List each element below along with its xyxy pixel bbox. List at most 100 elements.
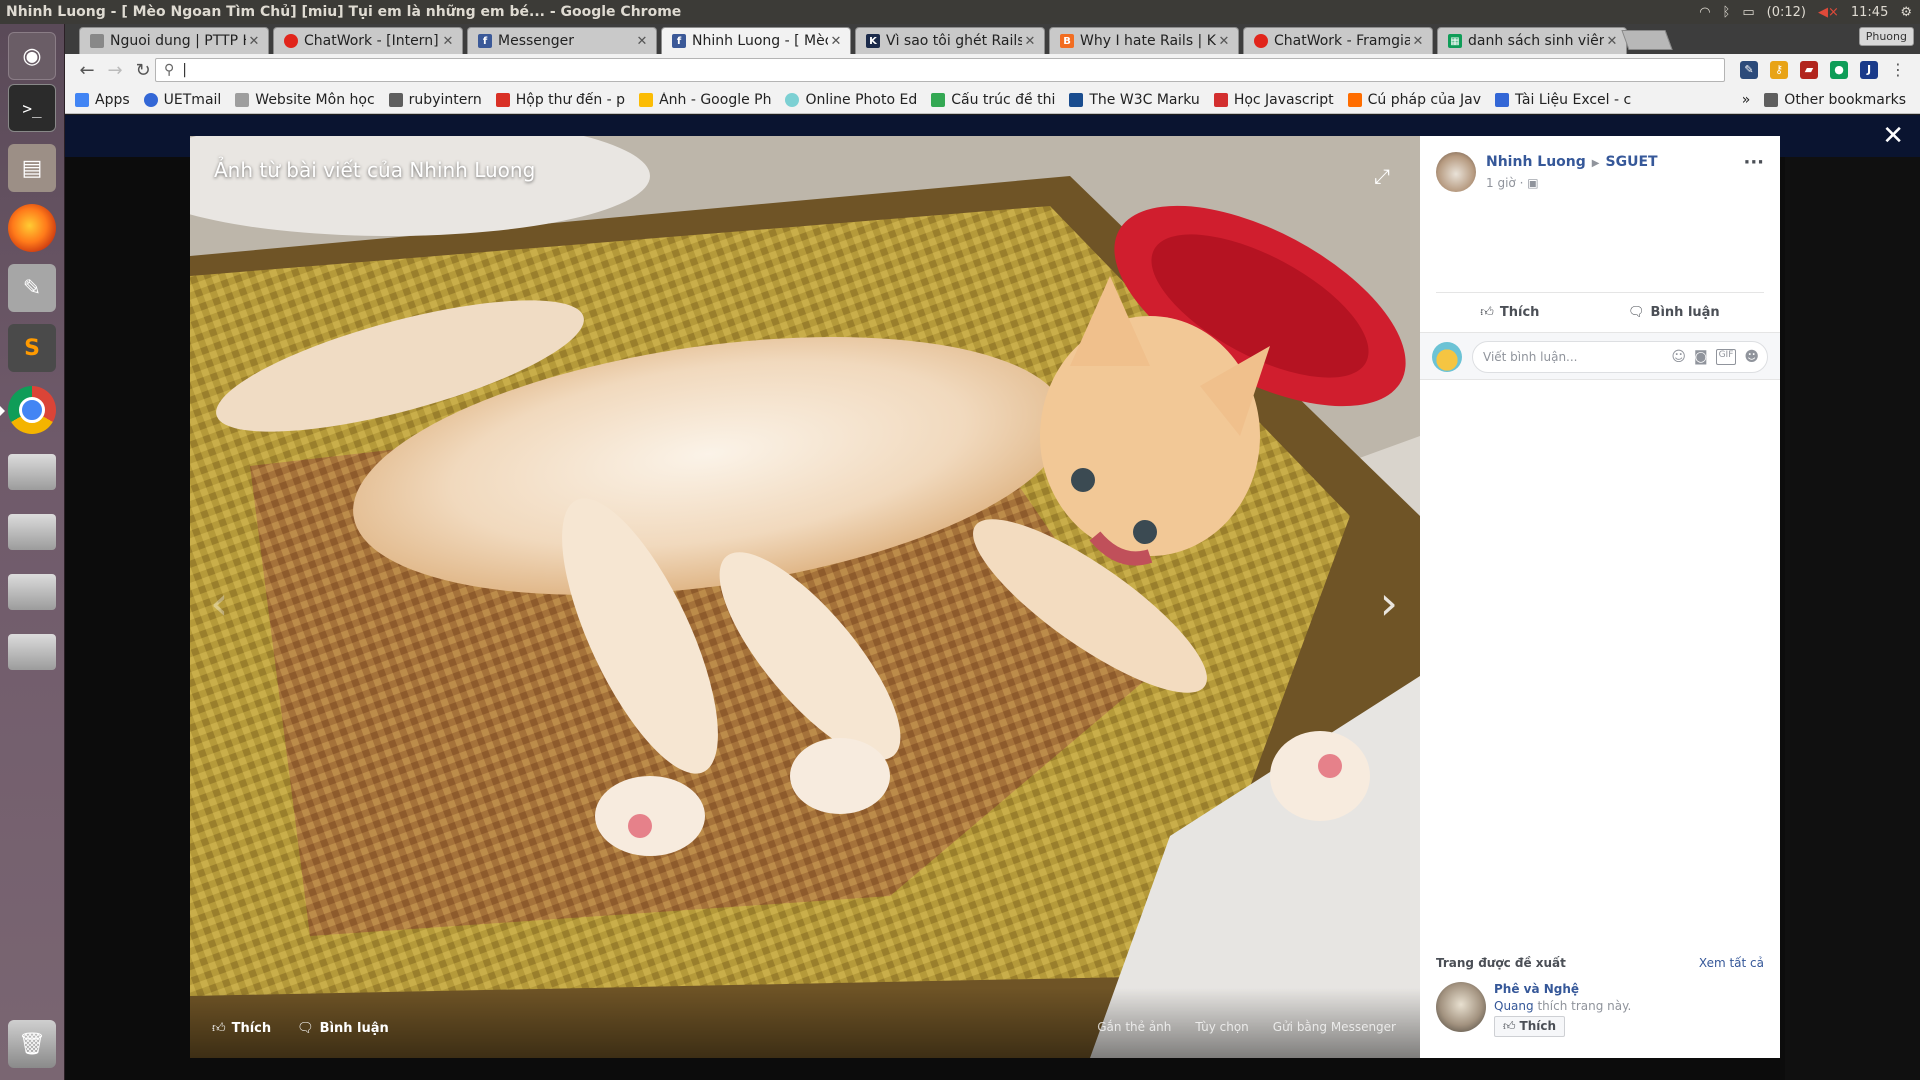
terminal-icon[interactable]: >_	[8, 84, 56, 132]
sticker-icon[interactable]: ☻	[1744, 349, 1759, 365]
forward-arrow-icon[interactable]: →	[101, 60, 129, 81]
eyedropper-icon[interactable]: ✎	[1740, 60, 1758, 79]
disk-drive-icon[interactable]	[8, 454, 56, 490]
address-bar[interactable]: ⚲ |	[155, 58, 1725, 82]
avatar[interactable]	[1436, 152, 1476, 192]
sheets-icon: ▦	[1448, 34, 1462, 48]
ubuntu-dash-icon[interactable]: ◉	[8, 32, 56, 80]
profile-button[interactable]: Phuong	[1858, 27, 1914, 46]
chrome-icon[interactable]	[0, 386, 56, 434]
group-link[interactable]: SGUET	[1606, 154, 1658, 170]
close-icon[interactable]: ✕	[440, 34, 456, 49]
file-manager-icon[interactable]: ▤	[8, 144, 56, 192]
extension-icon[interactable]: J	[1860, 60, 1878, 79]
bookmark[interactable]: Học Javascript	[1213, 92, 1334, 108]
wifi-icon[interactable]: ◠	[1699, 5, 1710, 20]
bookmark[interactable]: Hộp thư đến - p	[495, 92, 625, 108]
bookmark[interactable]: UETmail	[143, 92, 221, 108]
firefox-icon[interactable]	[8, 204, 56, 252]
gear-icon[interactable]: ⚙	[1900, 5, 1912, 20]
tab[interactable]: ChatWork - Framgia ✕	[1243, 27, 1433, 54]
tab[interactable]: Nguoi dung | PTTP H ✕	[79, 27, 269, 54]
clock[interactable]: 11:45	[1851, 5, 1888, 20]
close-icon[interactable]: ✕	[246, 34, 262, 49]
bookmark[interactable]: Online Photo Ed	[785, 92, 917, 108]
extension-icon[interactable]: ▰	[1800, 60, 1818, 79]
tab[interactable]: ▦ danh sách sinh viên ✕	[1437, 27, 1627, 54]
reload-icon[interactable]: ↻	[129, 60, 157, 81]
extension-icon[interactable]: ●	[1830, 60, 1848, 79]
see-all-link[interactable]: Xem tất cả	[1699, 956, 1764, 970]
close-icon[interactable]: ✕	[634, 34, 650, 49]
comment-input[interactable]: Viết bình luận... ☺ ◙ GIF ☻	[1472, 341, 1768, 373]
volume-muted-icon[interactable]: ◀×	[1818, 5, 1839, 20]
bookmark-folder[interactable]: rubyintern	[388, 92, 482, 108]
tag-photo-link[interactable]: Gắn thẻ ảnh	[1097, 1020, 1171, 1034]
tab[interactable]: f Messenger ✕	[467, 27, 657, 54]
tab[interactable]: B Why I hate Rails | Ka ✕	[1049, 27, 1239, 54]
back-arrow-icon[interactable]: ←	[73, 60, 101, 81]
friend-link[interactable]: Quang	[1494, 999, 1534, 1013]
options-link[interactable]: Tùy chọn	[1195, 1020, 1248, 1034]
address-input[interactable]: |	[182, 62, 187, 78]
like-button[interactable]: 👍︎ Thích	[212, 1021, 271, 1036]
chrome-menu-icon[interactable]: ⋮	[1890, 60, 1906, 79]
bluetooth-icon[interactable]: ᛒ	[1723, 5, 1731, 20]
next-photo-icon[interactable]: ›	[1380, 576, 1398, 630]
comment-button[interactable]: 🗨︎ Bình luận	[297, 1021, 389, 1036]
trash-icon[interactable]: 🗑	[8, 1020, 56, 1068]
photo-viewer[interactable]: Ảnh từ bài viết của Nhinh Luong ⤢ ‹ › 👍︎…	[190, 136, 1420, 1058]
search-icon: ⚲	[164, 62, 175, 78]
bookmark[interactable]: Cú pháp của Jav	[1347, 92, 1481, 108]
page-thumbnail[interactable]	[1436, 982, 1486, 1032]
close-icon[interactable]: ✕	[1216, 34, 1232, 49]
bookmark-apps[interactable]: Apps	[75, 92, 130, 108]
bookmark[interactable]: Website Môn học	[235, 92, 375, 108]
other-bookmarks[interactable]: Other bookmarks	[1764, 92, 1906, 108]
system-settings-icon[interactable]: ✎	[8, 264, 56, 312]
key-icon[interactable]: ⚷	[1770, 60, 1788, 79]
close-icon[interactable]: ✕	[828, 34, 844, 49]
bookmark-icon	[785, 92, 800, 107]
more-options-icon[interactable]: ···	[1743, 152, 1764, 173]
close-icon[interactable]: ✕	[1882, 121, 1904, 151]
disk-drive-icon[interactable]	[8, 574, 56, 610]
bookmark[interactable]: Cấu trúc đề thi	[931, 92, 1055, 108]
bookmark[interactable]: The W3C Marku	[1069, 92, 1200, 108]
bookmark[interactable]: Tài Liệu Excel - c	[1495, 92, 1631, 108]
emoji-icon[interactable]: ☺	[1671, 349, 1686, 365]
photo-actions: 👍︎ Thích 🗨︎ Bình luận	[212, 1021, 389, 1036]
w3c-icon	[1069, 92, 1084, 107]
like-button[interactable]: 👍︎ Thích	[1480, 305, 1539, 320]
bookmark[interactable]: Ảnh - Google Ph	[639, 92, 771, 108]
tab-title: Nhinh Luong - [ Mèo	[692, 33, 828, 49]
close-icon[interactable]: ✕	[1604, 34, 1620, 49]
thumbs-up-icon: 👍︎	[1503, 1019, 1516, 1033]
post-time[interactable]: 1 giờ	[1486, 176, 1516, 190]
new-tab-button[interactable]	[1621, 30, 1673, 50]
close-icon[interactable]: ✕	[1410, 34, 1426, 49]
chat-sidebar-dimmed	[1785, 157, 1920, 1080]
previous-photo-icon[interactable]: ‹	[210, 576, 228, 630]
bookmarks-overflow-button[interactable]: »	[1742, 92, 1751, 108]
battery-time[interactable]: (0:12)	[1767, 5, 1806, 20]
like-page-button[interactable]: 👍︎ Thích	[1494, 1016, 1566, 1037]
battery-icon[interactable]: ▭	[1742, 5, 1754, 20]
disk-drive-icon[interactable]	[8, 634, 56, 670]
tab[interactable]: K Vì sao tôi ghét Rails ✕	[855, 27, 1045, 54]
author-link[interactable]: Nhinh Luong	[1486, 154, 1586, 170]
fullscreen-icon[interactable]: ⤢	[1374, 164, 1390, 188]
tab[interactable]: ChatWork - [Intern] ✕	[273, 27, 463, 54]
close-icon[interactable]: ✕	[1022, 34, 1038, 49]
camera-icon[interactable]: ◙	[1694, 349, 1708, 365]
send-messenger-link[interactable]: Gửi bằng Messenger	[1273, 1020, 1396, 1034]
page-name-link[interactable]: Phê và Nghệ	[1494, 982, 1579, 996]
gif-icon[interactable]: GIF	[1715, 349, 1737, 365]
disk-drive-icon[interactable]	[8, 514, 56, 550]
suggested-pages: Trang được đề xuất Xem tất cả Phê và Ngh…	[1436, 956, 1764, 1038]
comment-button[interactable]: 🗨︎ Bình luận	[1628, 305, 1720, 320]
tab-active[interactable]: f Nhinh Luong - [ Mèo ✕	[661, 27, 851, 54]
sublime-text-icon[interactable]: S	[8, 324, 56, 372]
group-privacy-icon: ▣	[1527, 176, 1539, 190]
post-side-panel: Nhinh Luong ▶ SGUET 1 giờ · ▣ ··· 👍︎ Thích …	[1420, 136, 1780, 1058]
